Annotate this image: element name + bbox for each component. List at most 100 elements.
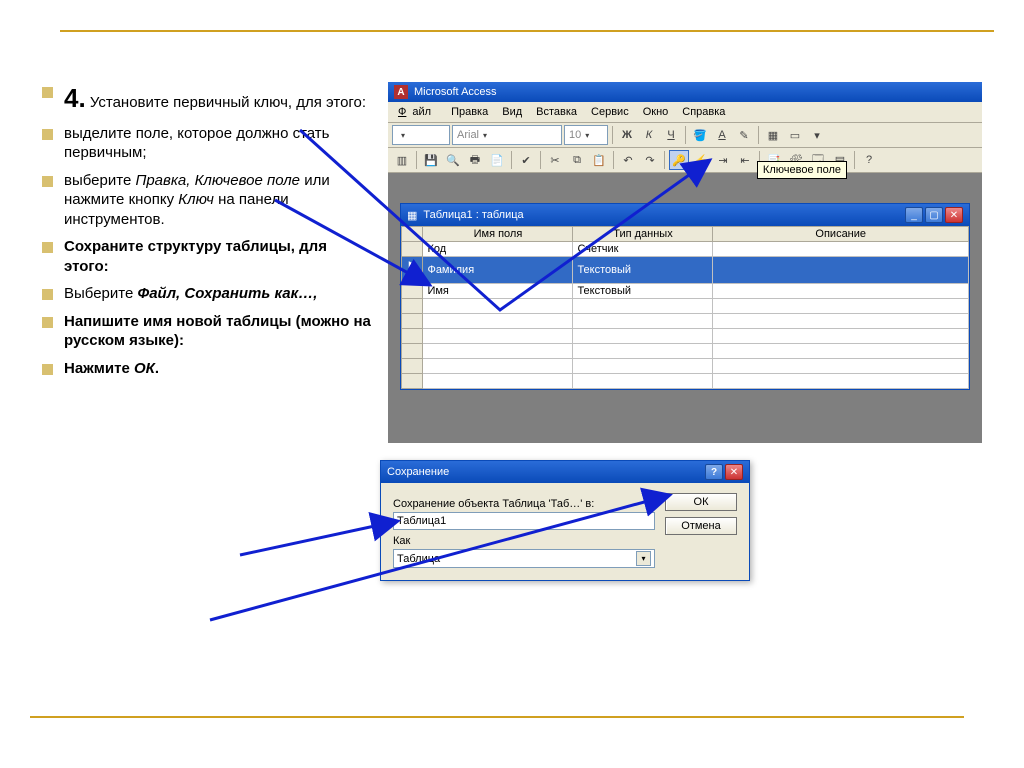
step-number: 4. xyxy=(64,83,86,113)
access-icon: A xyxy=(394,85,408,99)
cell-name[interactable] xyxy=(423,359,573,374)
bullet-4: Сохраните структуру таблицы, для этого: xyxy=(42,237,372,276)
cancel-button[interactable]: Отмена xyxy=(665,517,737,535)
cell-desc[interactable] xyxy=(713,374,969,389)
table-row[interactable] xyxy=(402,374,969,389)
cut-icon[interactable]: ✂ xyxy=(545,150,565,170)
row-header[interactable] xyxy=(402,359,423,374)
menu-file[interactable]: Файл xyxy=(392,104,443,120)
menu-help[interactable]: Справка xyxy=(676,104,731,120)
menu-window[interactable]: Окно xyxy=(637,104,675,120)
cell-desc[interactable] xyxy=(713,344,969,359)
cell-name[interactable] xyxy=(423,344,573,359)
save-as-type-select[interactable]: Таблица ▾ xyxy=(393,549,655,568)
border-icon[interactable]: ▭ xyxy=(785,125,805,145)
cell-desc[interactable] xyxy=(713,314,969,329)
cell-name[interactable] xyxy=(423,374,573,389)
table-row[interactable]: КодСчетчик xyxy=(402,242,969,257)
insert-row-icon[interactable]: ⇥ xyxy=(713,150,733,170)
object-combo[interactable]: ▾ xyxy=(392,125,450,145)
table-row[interactable] xyxy=(402,344,969,359)
redo-icon[interactable]: ↷ xyxy=(640,150,660,170)
italic-icon[interactable]: К xyxy=(639,125,659,145)
cell-desc[interactable] xyxy=(713,329,969,344)
help-button-icon[interactable]: ? xyxy=(705,464,723,480)
grid-icon[interactable]: ▦ xyxy=(763,125,783,145)
cell-name[interactable]: Код xyxy=(423,242,573,257)
cell-type[interactable] xyxy=(573,374,713,389)
view-icon[interactable]: ▥ xyxy=(392,150,412,170)
menu-service[interactable]: Сервис xyxy=(585,104,635,120)
file-search-icon[interactable]: 🔍 xyxy=(443,150,463,170)
spell-icon[interactable]: ✔ xyxy=(516,150,536,170)
table-row[interactable] xyxy=(402,329,969,344)
cell-name[interactable]: Фамилия xyxy=(423,257,573,284)
row-header[interactable] xyxy=(402,299,423,314)
save-icon[interactable]: 💾 xyxy=(421,150,441,170)
save-name-input[interactable]: Таблица1 xyxy=(393,512,655,530)
row-header[interactable] xyxy=(402,344,423,359)
row-header[interactable] xyxy=(402,242,423,257)
cell-desc[interactable] xyxy=(713,242,969,257)
row-header[interactable] xyxy=(402,314,423,329)
table-row[interactable] xyxy=(402,359,969,374)
design-grid[interactable]: Имя поля Тип данных Описание КодСчетчик▶… xyxy=(401,226,969,389)
cell-name[interactable] xyxy=(423,299,573,314)
delete-row-icon[interactable]: ⇤ xyxy=(735,150,755,170)
cell-type[interactable] xyxy=(573,359,713,374)
primary-key-icon[interactable]: 🔑 xyxy=(669,150,689,170)
paste-icon[interactable]: 📋 xyxy=(589,150,609,170)
line-color-icon[interactable]: ✎ xyxy=(734,125,754,145)
table-row[interactable] xyxy=(402,299,969,314)
indexes-icon[interactable]: ⚡ xyxy=(691,150,711,170)
fill-color-icon[interactable]: 🪣 xyxy=(690,125,710,145)
cell-desc[interactable] xyxy=(713,284,969,299)
child-title: Таблица1 : таблица xyxy=(423,209,523,221)
dialog-close-icon[interactable]: ✕ xyxy=(725,464,743,480)
app-titlebar: A Microsoft Access xyxy=(388,82,982,102)
cell-type[interactable] xyxy=(573,299,713,314)
key-tooltip: Ключевое поле xyxy=(757,161,847,179)
minimize-icon[interactable]: _ xyxy=(905,207,923,223)
cell-name[interactable] xyxy=(423,314,573,329)
cell-type[interactable] xyxy=(573,314,713,329)
table-icon: ▦ xyxy=(407,209,417,222)
cell-desc[interactable] xyxy=(713,359,969,374)
font-combo[interactable]: Arial▾ xyxy=(452,125,562,145)
table-row[interactable] xyxy=(402,314,969,329)
ok-button[interactable]: ОК xyxy=(665,493,737,511)
row-header[interactable]: ▶🔑 xyxy=(402,257,423,284)
table-row[interactable]: ИмяТекстовый xyxy=(402,284,969,299)
maximize-icon[interactable]: ▢ xyxy=(925,207,943,223)
cell-type[interactable]: Текстовый xyxy=(573,257,713,284)
row-header[interactable] xyxy=(402,284,423,299)
underline-icon[interactable]: Ч xyxy=(661,125,681,145)
font-color-icon[interactable]: A xyxy=(712,125,732,145)
bullet-6: Напишите имя новой таблицы (можно на рус… xyxy=(42,312,372,351)
copy-icon[interactable]: ⧉ xyxy=(567,150,587,170)
help-icon[interactable]: ? xyxy=(859,150,879,170)
cell-type[interactable] xyxy=(573,344,713,359)
menu-edit[interactable]: Правка xyxy=(445,104,494,120)
cell-type[interactable]: Счетчик xyxy=(573,242,713,257)
row-header[interactable] xyxy=(402,374,423,389)
row-header[interactable] xyxy=(402,329,423,344)
close-icon[interactable]: ✕ xyxy=(945,207,963,223)
cell-type[interactable]: Текстовый xyxy=(573,284,713,299)
instruction-list: 4. Установите первичный ключ, для этого:… xyxy=(42,82,372,386)
bold-icon[interactable]: Ж xyxy=(617,125,637,145)
cell-name[interactable]: Имя xyxy=(423,284,573,299)
menu-view[interactable]: Вид xyxy=(496,104,528,120)
print-icon[interactable]: 🖶 xyxy=(465,150,485,170)
preview-icon[interactable]: 📄 xyxy=(487,150,507,170)
cell-desc[interactable] xyxy=(713,257,969,284)
menu-insert[interactable]: Вставка xyxy=(530,104,583,120)
cell-desc[interactable] xyxy=(713,299,969,314)
cell-name[interactable] xyxy=(423,329,573,344)
cell-type[interactable] xyxy=(573,329,713,344)
col-name: Имя поля xyxy=(423,227,573,242)
table-row[interactable]: ▶🔑ФамилияТекстовый xyxy=(402,257,969,284)
more-icon[interactable]: ▾ xyxy=(807,125,827,145)
undo-icon[interactable]: ↶ xyxy=(618,150,638,170)
size-combo[interactable]: 10▾ xyxy=(564,125,608,145)
